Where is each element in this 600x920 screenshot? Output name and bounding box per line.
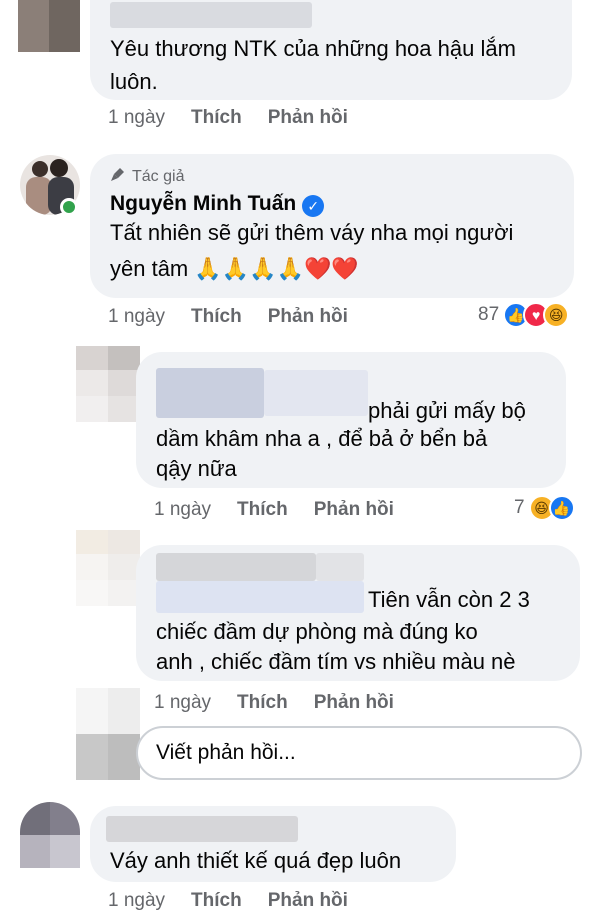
reply-input-placeholder: Viết phản hồi... (156, 741, 296, 764)
author-tag-label: Tác giả (132, 167, 185, 185)
reply-actions: 1 ngày Thích Phản hồi (154, 692, 394, 714)
author-badge: Tác giả (110, 166, 184, 187)
comment-bubble: Váy anh thiết kế quá đẹp luôn (90, 806, 456, 882)
comment-actions: 1 ngày Thích Phản hồi (108, 890, 348, 912)
reaction-summary[interactable]: 7 😆 👍 (514, 495, 575, 521)
redacted-name (264, 370, 368, 416)
haha-icon: 😆 (543, 302, 570, 328)
reply-button[interactable]: Phản hồi (314, 499, 394, 521)
avatar[interactable] (76, 530, 140, 606)
avatar[interactable] (18, 0, 80, 52)
reply-text-line3: qậy nữa (156, 456, 237, 481)
comment-time[interactable]: 1 ngày (108, 306, 165, 328)
reply-text-line2: dầm khâm nha a , để bả ở bển bả (156, 426, 488, 451)
redacted-name (316, 553, 364, 581)
reply-button[interactable]: Phản hồi (268, 890, 348, 912)
reply-text-line2: chiếc đầm dự phòng mà đúng ko (156, 619, 478, 644)
comment-text: Yêu thương NTK của những hoa hậu lắm luô… (110, 36, 516, 94)
reply-button[interactable]: Phản hồi (268, 107, 348, 129)
comment-actions: 1 ngày Thích Phản hồi (108, 107, 348, 129)
reply-bubble: Tiên vẫn còn 2 3 chiếc đầm dự phòng mà đ… (136, 545, 580, 681)
reply-bubble: phải gửi mấy bộ dầm khâm nha a , để bả ở… (136, 352, 566, 488)
reply-button[interactable]: Phản hồi (268, 306, 348, 328)
reply-button[interactable]: Phản hồi (314, 692, 394, 714)
like-button[interactable]: Thích (191, 890, 242, 912)
reply-text-line1: Tiên vẫn còn 2 3 (368, 587, 530, 612)
comment-text-line2: yên tâm 🙏🙏🙏🙏❤️❤️ (110, 256, 359, 281)
avatar[interactable] (76, 346, 140, 422)
like-button[interactable]: Thích (191, 306, 242, 328)
redacted-name (156, 553, 316, 581)
redacted-name (106, 816, 298, 842)
redacted-name (156, 581, 364, 613)
comment-actions: 1 ngày Thích Phản hồi (108, 306, 348, 328)
reaction-count: 87 (478, 304, 500, 325)
comment-bubble: Tác giả Nguyễn Minh Tuấn ✓ Tất nhiên sẽ g… (90, 154, 574, 298)
like-button[interactable]: Thích (237, 499, 288, 521)
reaction-count: 7 (514, 497, 525, 518)
reply-actions: 1 ngày Thích Phản hồi (154, 499, 394, 521)
comment-time[interactable]: 1 ngày (154, 692, 211, 714)
like-button[interactable]: Thích (191, 107, 242, 129)
like-icon: 👍 (548, 495, 575, 521)
like-button[interactable]: Thích (237, 692, 288, 714)
comment-time[interactable]: 1 ngày (154, 499, 211, 521)
verified-badge-icon: ✓ (302, 194, 325, 217)
reply-text-line3: anh , chiếc đầm tím vs nhiều màu nè (156, 649, 516, 674)
redacted-name (110, 2, 312, 28)
avatar[interactable] (20, 802, 80, 868)
reply-input[interactable]: Viết phản hồi... (136, 726, 582, 780)
comment-text-line1: Tất nhiên sẽ gửi thêm váy nha mọi người (110, 220, 514, 245)
online-status-dot (60, 198, 78, 216)
comment-bubble: Yêu thương NTK của những hoa hậu lắm luô… (90, 0, 572, 100)
redacted-name (156, 368, 264, 418)
author-name[interactable]: Nguyễn Minh Tuấn (110, 192, 296, 215)
reaction-summary[interactable]: 87 👍 ♥ 😆 (478, 302, 570, 328)
comment-text: Váy anh thiết kế quá đẹp luôn (110, 848, 402, 873)
comment-time[interactable]: 1 ngày (108, 107, 165, 129)
microphone-icon (110, 166, 126, 187)
comment-time[interactable]: 1 ngày (108, 890, 165, 912)
current-user-avatar (76, 688, 140, 780)
